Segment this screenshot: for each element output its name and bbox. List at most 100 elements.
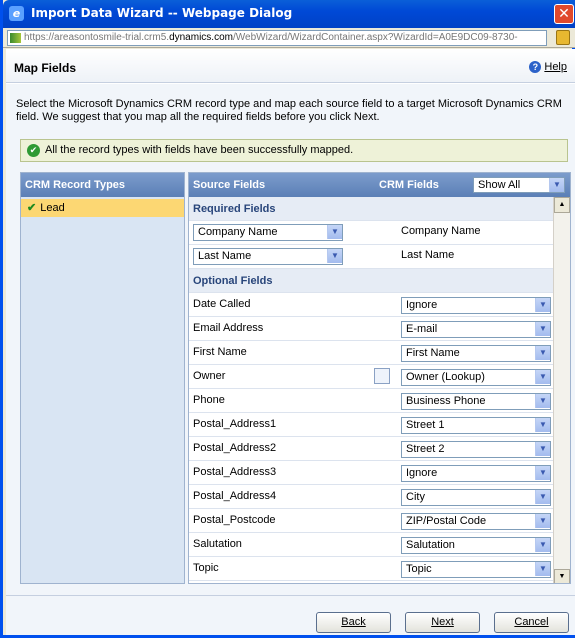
status-message-text: All the record types with fields have be… [45,144,354,156]
target-field-label: Company Name [401,225,481,237]
source-field-label: Postal_Address3 [193,466,277,478]
chevron-down-icon: ▼ [535,322,550,336]
crm-field-value: Street 2 [406,443,445,455]
source-field-label: Owner [193,370,226,382]
field-mapping-panel: Source Fields CRM Fields Show All ▼ Requi… [188,172,571,584]
chevron-down-icon: ▼ [535,538,550,552]
crm-field-select[interactable]: City ▼ [401,489,551,506]
chevron-down-icon: ▼ [327,225,342,239]
source-field-label: Postal_Postcode [193,514,276,526]
chevron-down-icon: ▼ [535,370,550,384]
chevron-down-icon: ▼ [535,490,550,504]
chevron-down-icon: ▼ [535,466,550,480]
source-field-label: Postal_Address1 [193,418,277,430]
crm-field-value: Owner (Lookup) [406,371,485,383]
record-type-label: Lead [40,202,65,214]
crm-field-select[interactable]: Owner (Lookup) ▼ [401,369,551,386]
show-filter-value: Show All [478,179,521,191]
crm-field-select[interactable]: First Name ▼ [401,345,551,362]
mapping-row: First Name First Name ▼ [189,341,555,365]
crm-field-select[interactable]: Street 2 ▼ [401,441,551,458]
target-field-label: Last Name [401,249,455,261]
mapping-row: Owner Owner (Lookup) ▼ [189,365,555,389]
secure-site-icon [10,33,21,43]
close-button[interactable]: ✕ [554,4,574,24]
record-type-item-lead[interactable]: ✔ Lead [21,199,184,217]
source-field-value: Last Name [198,250,252,262]
help-link[interactable]: ? Help [529,61,567,73]
crm-field-value: Salutation [406,539,455,551]
lock-icon[interactable] [556,30,570,45]
source-field-label: Salutation [193,538,242,550]
show-filter-select[interactable]: Show All ▼ [473,177,565,193]
crm-field-select[interactable]: Salutation ▼ [401,537,551,554]
chevron-down-icon: ▼ [327,249,342,263]
back-button-label: Back [341,616,366,628]
crm-field-value: Street 1 [406,419,445,431]
cancel-button[interactable]: Cancel [494,612,569,633]
mapping-row: Email Address E-mail ▼ [189,317,555,341]
help-icon: ? [529,61,542,73]
crm-field-value: First Name [406,347,460,359]
mapping-row: Postal_Address4 City ▼ [189,485,555,509]
vertical-scrollbar[interactable]: ▲ ▼ [553,197,570,583]
scroll-down-button[interactable]: ▼ [554,569,570,583]
crm-field-value: E-mail [406,323,438,335]
url-field[interactable]: https://areasontosmile-trial.crm5.dynami… [7,30,547,46]
mapping-row: Postal_Address1 Street 1 ▼ [189,413,555,437]
dialog-window: e Import Data Wizard -- Webpage Dialog ✕… [0,0,575,638]
scroll-up-button[interactable]: ▲ [554,197,570,213]
mapping-header: Source Fields CRM Fields Show All ▼ [189,173,570,197]
chevron-down-icon: ▼ [535,442,550,456]
dialog-content: Map Fields ? Help Select the Microsoft Dy… [6,49,575,635]
instructions-text: Select the Microsoft Dynamics CRM record… [16,98,562,123]
mapping-row: Postal_Postcode ZIP/Postal Code ▼ [189,509,555,533]
crm-field-value: Business Phone [406,395,486,407]
wizard-body: Select the Microsoft Dynamics CRM record… [6,84,575,595]
crm-field-select[interactable]: E-mail ▼ [401,321,551,338]
record-types-header: CRM Record Types [21,173,184,197]
window-title: Import Data Wizard -- Webpage Dialog [31,6,293,20]
chevron-down-icon: ▼ [535,562,550,576]
mapping-row: Postal_Address2 Street 2 ▼ [189,437,555,461]
page-title: Map Fields [14,61,77,75]
mapping-row: Salutation Salutation ▼ [189,533,555,557]
source-field-label: Postal_Address4 [193,490,277,502]
crm-fields-header: CRM Fields [379,179,439,191]
title-bar: e Import Data Wizard -- Webpage Dialog ✕ [3,0,575,28]
mapping-grid: Required Fields Company Name ▼ Company Na… [189,197,555,583]
lookup-icon[interactable] [374,368,390,384]
crm-field-value: Topic [406,563,432,575]
ie-icon: e [9,6,24,21]
source-field-label: Date Called [193,298,251,310]
next-button[interactable]: Next [405,612,480,633]
crm-field-select[interactable]: Street 1 ▼ [401,417,551,434]
required-fields-section: Required Fields [189,197,555,221]
mapping-row: Company Name ▼ Company Name [189,221,555,245]
chevron-down-icon: ▼ [535,346,550,360]
help-label: Help [544,61,567,73]
url-prefix: https://areasontosmile-trial.crm5. [24,32,170,43]
cancel-button-label: Cancel [514,616,549,628]
crm-field-select[interactable]: ZIP/Postal Code ▼ [401,513,551,530]
crm-field-select[interactable]: Business Phone ▼ [401,393,551,410]
chevron-down-icon: ▼ [535,298,550,312]
mapping-row: Last Name ▼ Last Name [189,245,555,269]
mapping-row: Topic Topic ▼ [189,557,555,581]
source-field-label: Phone [193,394,225,406]
status-message: ✔ All the record types with fields have … [20,139,568,162]
source-field-select[interactable]: Last Name ▼ [193,248,343,265]
crm-field-select[interactable]: Ignore ▼ [401,297,551,314]
crm-field-select[interactable]: Ignore ▼ [401,465,551,482]
chevron-down-icon: ▼ [535,514,550,528]
crm-field-select[interactable]: Topic ▼ [401,561,551,578]
back-button[interactable]: Back [316,612,391,633]
mapping-row: Postal_Address3 Ignore ▼ [189,461,555,485]
source-field-select[interactable]: Company Name ▼ [193,224,343,241]
checkmark-icon: ✔ [27,202,37,214]
source-field-value: Company Name [198,226,278,238]
source-field-label: Email Address [193,322,264,334]
crm-field-value: ZIP/Postal Code [406,515,487,527]
chevron-down-icon: ▼ [549,178,564,192]
url-suffix: /WebWizard/WizardContainer.aspx?WizardId… [232,32,518,43]
